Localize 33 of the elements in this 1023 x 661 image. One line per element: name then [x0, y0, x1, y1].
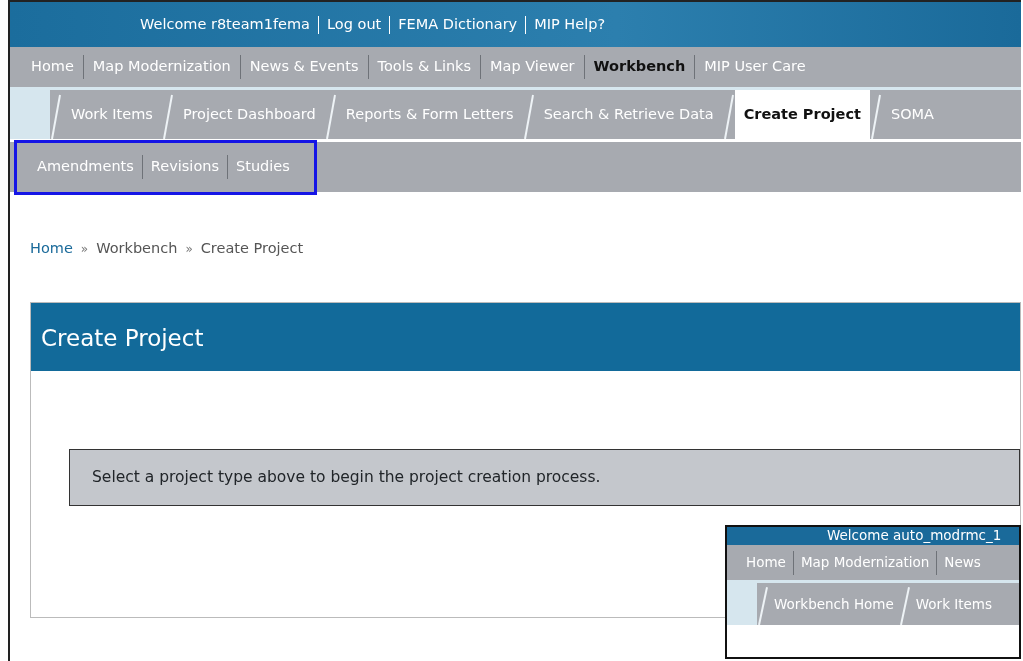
breadcrumb-separator: »	[80, 241, 89, 258]
breadcrumb-item: Create Project	[200, 239, 304, 258]
breadcrumb-item: Workbench	[96, 239, 178, 258]
nav-link[interactable]: Workbench	[584, 56, 695, 78]
nav-link[interactable]: Map Modernization	[83, 56, 240, 78]
tab[interactable]: SOMA	[881, 90, 943, 139]
tab[interactable]: Work Items	[910, 583, 997, 625]
breadcrumb-separator: »	[185, 241, 193, 258]
tab[interactable]: Work Items	[62, 90, 162, 139]
nav-link[interactable]: Home	[739, 552, 793, 573]
breadcrumb-link[interactable]: Home	[30, 238, 73, 260]
tab[interactable]: Workbench Home	[769, 583, 899, 625]
top-link[interactable]: Log out	[319, 13, 390, 36]
nav-link[interactable]: News	[937, 552, 988, 573]
tab[interactable]: Reports & Form Letters	[336, 90, 523, 139]
tab[interactable]: Create Project	[734, 90, 870, 139]
sub-nav-link[interactable]: Studies	[228, 156, 298, 178]
nav-link[interactable]: News & Events	[240, 56, 368, 78]
tab[interactable]: Project Dashboard	[173, 90, 325, 139]
welcome-text: Welcome auto_modrmc_1	[727, 527, 1019, 545]
nav-link[interactable]: Map Modernization	[793, 552, 937, 573]
nav-link[interactable]: Map Viewer	[481, 56, 584, 78]
welcome-text: Welcome r8team1fema	[139, 14, 311, 34]
nav-link[interactable]: MIP User Care	[695, 56, 815, 78]
top-link[interactable]: MIP Help?	[526, 13, 614, 36]
nav-link[interactable]: Home	[22, 56, 83, 78]
panel-title: Create Project	[31, 303, 1020, 371]
message-box: Select a project type above to begin the project creation process.	[69, 449, 1020, 507]
sub-nav-link[interactable]: Amendments	[29, 156, 142, 178]
tab[interactable]: Search & Retrieve Data	[534, 90, 723, 139]
nav-link[interactable]: Tools & Links	[368, 56, 481, 78]
top-link[interactable]: FEMA Dictionary	[390, 13, 526, 36]
sub-nav-link[interactable]: Revisions	[142, 156, 227, 178]
